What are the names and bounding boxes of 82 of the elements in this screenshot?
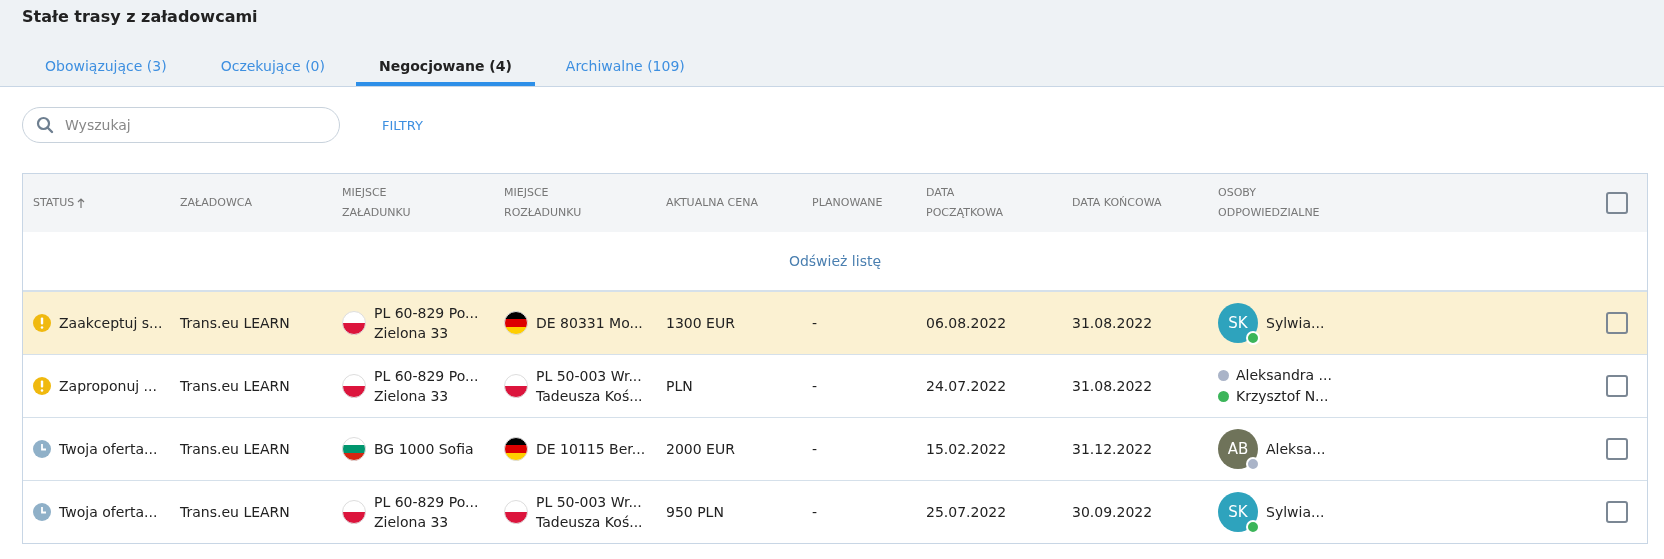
date-text: 30.09.2022 xyxy=(1072,504,1153,520)
warning-icon xyxy=(33,314,51,332)
address-text: PL 60-829 Po... xyxy=(374,304,479,323)
person-name: Sylwia... xyxy=(1266,315,1325,331)
address-text: PL 60-829 Po... xyxy=(374,367,479,386)
status-text: Twoja oferta... xyxy=(59,504,158,520)
shipper-text: Trans.eu LEARN xyxy=(180,378,290,394)
date-text: 15.02.2022 xyxy=(926,441,1007,457)
flag-icon xyxy=(342,311,366,335)
shipper-text: Trans.eu LEARN xyxy=(180,315,290,331)
warning-icon xyxy=(33,377,51,395)
person-name: Sylwia... xyxy=(1266,504,1325,520)
address-text: BG 1000 Sofia xyxy=(374,440,474,459)
person-name: Aleksa... xyxy=(1266,441,1326,457)
date-text: 25.07.2022 xyxy=(926,504,1007,520)
status-text: Twoja oferta... xyxy=(59,441,158,457)
refresh-link[interactable]: Odśwież listę xyxy=(788,253,882,269)
flag-icon xyxy=(342,500,366,524)
planned-text: - xyxy=(812,378,818,394)
column-header[interactable]: DATA POCZĄTKOWA xyxy=(926,183,1026,223)
person-name: Aleksandra ... xyxy=(1236,366,1332,385)
date-text: 31.08.2022 xyxy=(1072,315,1153,331)
column-header[interactable]: AKTUALNA CENA xyxy=(666,193,758,213)
column-header[interactable]: PLANOWANE xyxy=(812,193,883,213)
status-text: Zaproponuj ... xyxy=(59,378,157,394)
planned-text: - xyxy=(812,315,818,331)
price-text: 2000 EUR xyxy=(666,441,735,457)
checkbox[interactable] xyxy=(1606,438,1628,460)
column-header[interactable]: STATUS xyxy=(33,193,75,213)
avatar: SK xyxy=(1218,303,1258,343)
address-text: PL 60-829 Po... xyxy=(374,493,479,512)
address-text: DE 10115 Ber... xyxy=(536,440,646,459)
flag-icon xyxy=(504,374,528,398)
column-header[interactable]: MIEJSCE ZAŁADUNKU xyxy=(342,183,442,223)
address-text: PL 50-003 Wr... xyxy=(536,493,643,512)
date-text: 24.07.2022 xyxy=(926,378,1007,394)
avatar: AB xyxy=(1218,429,1258,469)
address-text: Zielona 33 xyxy=(374,513,450,532)
column-header[interactable]: ZAŁADOWCA xyxy=(180,193,252,213)
flag-icon xyxy=(342,437,366,461)
column-header[interactable]: OSOBY ODPOWIEDZIALNE xyxy=(1218,183,1318,223)
search-field[interactable]: Wyszukaj xyxy=(22,107,340,143)
price-text: PLN xyxy=(666,378,693,394)
flag-icon xyxy=(504,500,528,524)
date-text: 06.08.2022 xyxy=(926,315,1007,331)
address-text: PL 50-003 Wr... xyxy=(536,367,643,386)
address-text: Zielona 33 xyxy=(374,387,450,406)
clock-icon xyxy=(33,440,51,458)
checkbox[interactable] xyxy=(1606,192,1628,214)
avatar: SK xyxy=(1218,492,1258,532)
checkbox[interactable] xyxy=(1606,312,1628,334)
tab[interactable]: Oczekujące (0) xyxy=(197,49,348,86)
column-header[interactable]: DATA KOŃCOWA xyxy=(1072,193,1162,213)
page-title: Stałe trasy z załadowcami xyxy=(22,6,259,28)
planned-text: - xyxy=(812,504,818,520)
address-text: DE 80331 Mo... xyxy=(536,314,643,333)
sort-arrow-icon xyxy=(77,198,86,208)
search-icon xyxy=(36,116,54,134)
price-text: 950 PLN xyxy=(666,504,724,520)
shipper-text: Trans.eu LEARN xyxy=(180,504,290,520)
checkbox[interactable] xyxy=(1606,375,1628,397)
clock-icon xyxy=(33,503,51,521)
tab[interactable]: Negocjowane (4) xyxy=(356,49,535,86)
column-header[interactable]: MIEJSCE ROZŁADUNKU xyxy=(504,183,604,223)
tab[interactable]: Obowiązujące (3) xyxy=(22,49,190,86)
flag-icon xyxy=(342,374,366,398)
shipper-text: Trans.eu LEARN xyxy=(180,441,290,457)
person-name: Krzysztof N... xyxy=(1236,387,1329,406)
planned-text: - xyxy=(812,441,818,457)
filters-button[interactable]: FILTRY xyxy=(376,113,429,137)
checkbox[interactable] xyxy=(1606,501,1628,523)
address-text: Zielona 33 xyxy=(374,324,450,343)
flag-icon xyxy=(504,437,528,461)
table-row[interactable]: Zaakceptuj s... Trans.eu LEARN PL 60-829 Po... Zielona 33 DE 80331 Mo... 1300 EUR - 06.08.2022 31.08.2022 SK Sylwia... xyxy=(23,292,1647,355)
address-text: Tadeusza Koś... xyxy=(536,513,643,532)
price-text: 1300 EUR xyxy=(666,315,735,331)
date-text: 31.12.2022 xyxy=(1072,441,1153,457)
status-text: Zaakceptuj s... xyxy=(59,315,163,331)
date-text: 31.08.2022 xyxy=(1072,378,1153,394)
address-text: Tadeusza Koś... xyxy=(536,387,643,406)
flag-icon xyxy=(504,311,528,335)
tab[interactable]: Archiwalne (109) xyxy=(542,49,708,86)
